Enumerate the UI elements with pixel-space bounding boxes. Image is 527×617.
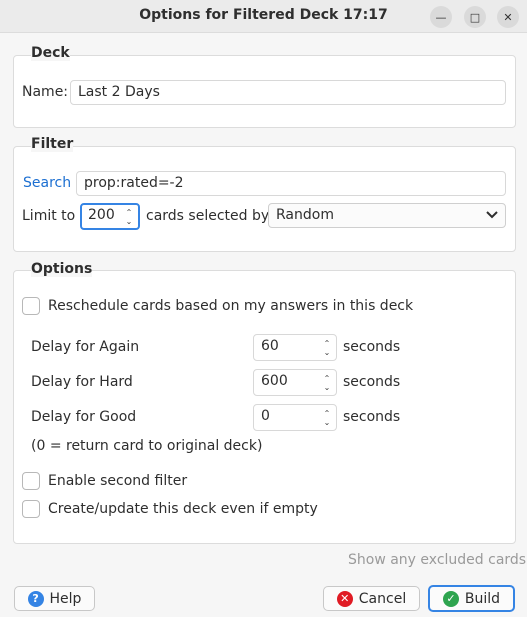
delay-again-label: Delay for Again xyxy=(31,339,140,355)
help-label: Help xyxy=(49,590,82,607)
order-value: Random xyxy=(276,207,334,223)
name-input[interactable]: Last 2 Days xyxy=(70,80,506,105)
filter-heading: Filter xyxy=(31,136,74,152)
build-button[interactable]: ✓ Build xyxy=(428,585,515,612)
delay-good-label: Delay for Good xyxy=(31,409,137,425)
help-icon: ? xyxy=(27,590,44,607)
minimize-icon[interactable]: — xyxy=(430,6,452,28)
spin-arrows-icon[interactable]: ⌃ ⌄ xyxy=(322,405,332,430)
deck-heading: Deck xyxy=(31,45,70,61)
reschedule-label[interactable]: Reschedule cards based on my answers in … xyxy=(48,298,413,314)
reschedule-checkbox[interactable] xyxy=(22,297,40,315)
spin-arrows-icon[interactable]: ⌃ ⌄ xyxy=(322,335,332,360)
filter-group xyxy=(13,146,516,252)
delay-hard-unit: seconds xyxy=(343,374,401,390)
chevron-down-icon xyxy=(485,207,499,225)
maximize-icon[interactable]: □ xyxy=(464,6,486,28)
build-label: Build xyxy=(464,590,501,607)
delay-hard-label: Delay for Hard xyxy=(31,374,133,390)
limit-spinbox[interactable]: 200 ⌃ ⌄ xyxy=(80,203,140,230)
show-excluded-label[interactable]: Show any excluded cards xyxy=(348,552,526,568)
spin-arrows-icon[interactable]: ⌃ ⌄ xyxy=(322,370,332,395)
limit-value: 200 xyxy=(88,207,115,223)
help-button[interactable]: ? Help xyxy=(14,586,95,611)
search-input[interactable]: prop:rated=-2 xyxy=(76,171,506,196)
delay-again-value: 60 xyxy=(261,338,279,354)
second-filter-label[interactable]: Enable second filter xyxy=(48,473,187,489)
delay-note: (0 = return card to original deck) xyxy=(31,438,263,454)
delay-again-unit: seconds xyxy=(343,339,401,355)
limit-label: Limit to xyxy=(22,208,76,224)
cancel-icon: ✕ xyxy=(336,590,353,607)
delay-good-spinbox[interactable]: 0 ⌃ ⌄ xyxy=(253,404,337,431)
order-select[interactable]: Random xyxy=(268,203,506,228)
create-empty-checkbox[interactable] xyxy=(22,500,40,518)
second-filter-checkbox[interactable] xyxy=(22,472,40,490)
cancel-button[interactable]: ✕ Cancel xyxy=(323,586,420,611)
title-bar: Options for Filtered Deck 17:17 — □ ✕ xyxy=(0,0,527,33)
options-heading: Options xyxy=(31,261,93,277)
name-label: Name: xyxy=(22,84,69,100)
search-link[interactable]: Search xyxy=(23,175,71,191)
check-icon: ✓ xyxy=(442,590,459,607)
close-icon[interactable]: ✕ xyxy=(497,6,519,28)
cards-selected-label: cards selected by xyxy=(146,208,270,224)
delay-good-unit: seconds xyxy=(343,409,401,425)
spin-arrows-icon[interactable]: ⌃ ⌄ xyxy=(124,205,134,228)
delay-again-spinbox[interactable]: 60 ⌃ ⌄ xyxy=(253,334,337,361)
delay-hard-spinbox[interactable]: 600 ⌃ ⌄ xyxy=(253,369,337,396)
cancel-label: Cancel xyxy=(358,590,407,607)
create-empty-label[interactable]: Create/update this deck even if empty xyxy=(48,501,318,517)
delay-hard-value: 600 xyxy=(261,373,288,389)
delay-good-value: 0 xyxy=(261,408,270,424)
